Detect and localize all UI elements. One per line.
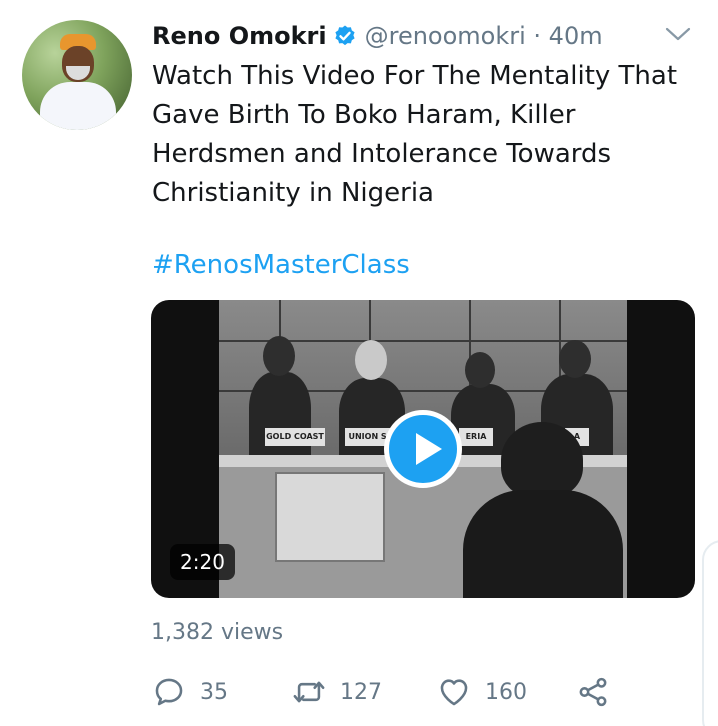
tweet-text: Watch This Video For The Mentality That …	[152, 61, 678, 208]
view-count: 1,382 views	[151, 620, 284, 645]
play-button[interactable]	[384, 410, 462, 488]
avatar-shirt	[40, 82, 116, 130]
tweet-actions: 35 127 160	[152, 672, 622, 712]
video-player[interactable]: GOLD COAST UNION SO ERIA A 2:20	[151, 300, 695, 598]
adjacent-card-edge	[702, 540, 718, 726]
panelist-figure	[249, 372, 311, 462]
moderator-figure	[463, 490, 623, 598]
share-icon	[579, 677, 607, 707]
author-handle-time[interactable]: @renoomokri · 40m	[365, 22, 603, 50]
like-count: 160	[485, 679, 527, 705]
author-avatar[interactable]	[22, 20, 132, 130]
like-button[interactable]: 160	[437, 672, 527, 712]
reply-button[interactable]: 35	[152, 672, 228, 712]
panelist-head	[355, 340, 387, 380]
panelist-head	[263, 336, 295, 376]
hashtag-link[interactable]: #RenosMasterClass	[152, 250, 410, 280]
video-duration-badge: 2:20	[170, 544, 235, 580]
retweet-count: 127	[340, 679, 382, 705]
panelist-head	[559, 340, 591, 378]
heart-icon	[440, 679, 468, 706]
author-name[interactable]: Reno Omokri	[152, 22, 327, 50]
panelist-head	[465, 352, 495, 388]
reply-count: 35	[200, 679, 228, 705]
nameplate: GOLD COAST	[265, 428, 325, 446]
retweet-icon	[293, 681, 325, 703]
retweet-button[interactable]: 127	[292, 672, 382, 712]
reply-icon	[155, 678, 183, 706]
moderator-head	[501, 422, 583, 498]
tweet-header: Reno Omokri @renoomokri · 40m	[152, 16, 603, 56]
share-button[interactable]	[576, 672, 610, 712]
forum-sign	[275, 472, 385, 562]
play-icon	[416, 433, 442, 465]
verified-badge-icon	[335, 25, 355, 46]
chevron-down-icon[interactable]	[664, 24, 692, 44]
nameplate: ERIA	[459, 428, 493, 446]
